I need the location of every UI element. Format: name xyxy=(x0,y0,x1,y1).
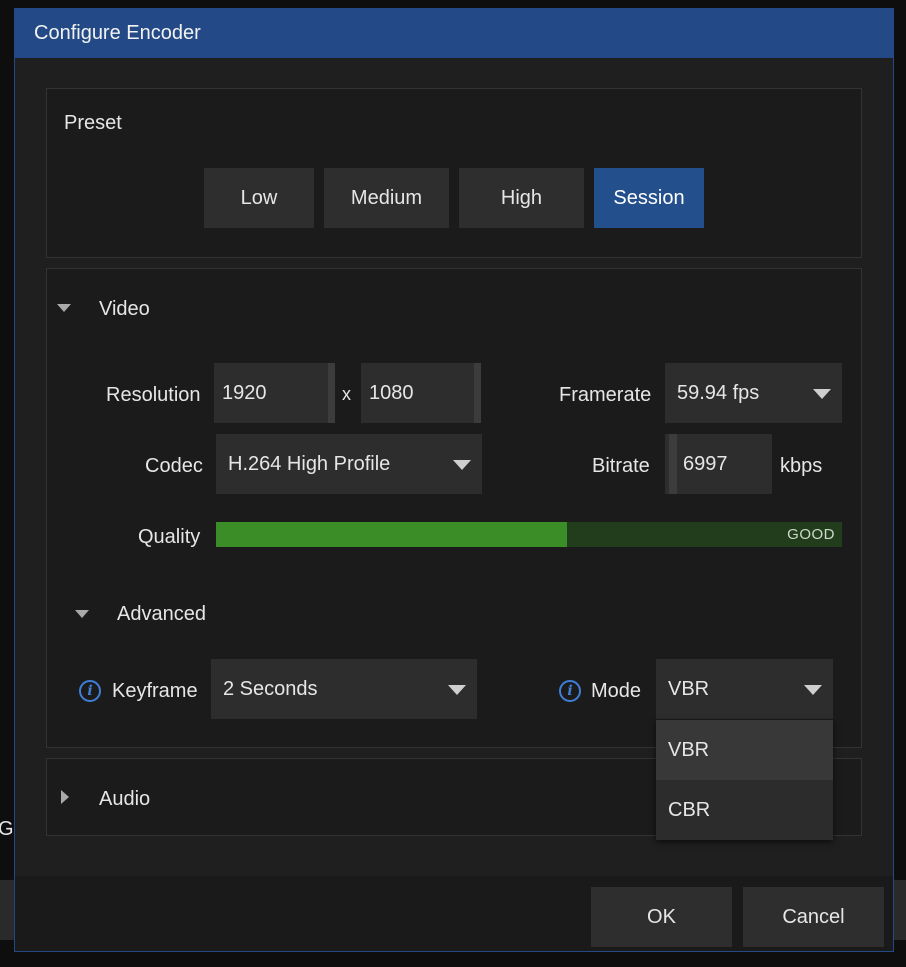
mode-value: VBR xyxy=(668,677,710,700)
audio-header[interactable]: Audio xyxy=(99,788,150,811)
bitrate-label: Bitrate xyxy=(592,455,650,477)
framerate-value: 59.94 fps xyxy=(677,381,760,404)
chevron-down-icon xyxy=(453,460,471,470)
codec-value: H.264 High Profile xyxy=(228,452,391,475)
mode-label: Mode xyxy=(591,680,642,702)
mode-option-vbr[interactable]: VBR xyxy=(656,720,833,780)
video-expand-icon[interactable] xyxy=(57,304,71,312)
dialog-title: Configure Encoder xyxy=(34,22,201,44)
width-spinner-handle[interactable] xyxy=(328,363,335,423)
framerate-select[interactable]: 59.94 fps xyxy=(665,363,842,423)
framerate-label: Framerate xyxy=(559,384,652,406)
audio-expand-icon[interactable] xyxy=(61,790,69,804)
resolution-height-input[interactable]: 1080 xyxy=(361,363,481,423)
resolution-width-value: 1920 xyxy=(222,381,267,404)
resolution-width-input[interactable]: 1920 xyxy=(214,363,335,423)
quality-label: Quality xyxy=(138,526,201,548)
bitrate-spinner-handle[interactable] xyxy=(669,434,677,494)
preset-medium-button[interactable]: Medium xyxy=(324,168,449,228)
mode-option-cbr[interactable]: CBR xyxy=(656,780,833,840)
preset-high-button[interactable]: High xyxy=(459,168,584,228)
bitrate-input[interactable]: 6997 xyxy=(665,434,772,494)
bitrate-unit: kbps xyxy=(780,455,823,477)
quality-text: GOOD xyxy=(787,526,835,543)
codec-label: Codec xyxy=(145,455,203,477)
chevron-down-icon xyxy=(804,685,822,695)
preset-label: Preset xyxy=(64,112,122,134)
chevron-down-icon xyxy=(813,389,831,399)
resolution-separator: x xyxy=(342,384,351,404)
height-spinner-handle[interactable] xyxy=(474,363,481,423)
keyframe-value: 2 Seconds xyxy=(223,677,318,700)
quality-meter-fill xyxy=(216,522,567,547)
advanced-header[interactable]: Advanced xyxy=(117,603,206,626)
preset-session-button[interactable]: Session xyxy=(594,168,704,228)
chevron-down-icon xyxy=(448,685,466,695)
mode-select[interactable]: VBR xyxy=(656,659,833,719)
resolution-height-value: 1080 xyxy=(369,381,414,404)
codec-select[interactable]: H.264 High Profile xyxy=(216,434,482,494)
resolution-label: Resolution xyxy=(106,384,201,406)
mode-info-icon[interactable]: i xyxy=(559,680,581,702)
bitrate-value: 6997 xyxy=(683,452,728,475)
keyframe-select[interactable]: 2 Seconds xyxy=(211,659,477,719)
keyframe-label: Keyframe xyxy=(112,680,198,702)
quality-meter: GOOD xyxy=(216,522,842,547)
preset-low-button[interactable]: Low xyxy=(204,168,314,228)
video-header[interactable]: Video xyxy=(99,298,150,321)
advanced-expand-icon[interactable] xyxy=(75,610,89,618)
mode-dropdown-menu: VBR CBR xyxy=(656,720,833,840)
preset-section xyxy=(46,88,862,258)
keyframe-info-icon[interactable]: i xyxy=(79,680,101,702)
ok-button[interactable]: OK xyxy=(591,887,732,947)
cancel-button[interactable]: Cancel xyxy=(743,887,884,947)
